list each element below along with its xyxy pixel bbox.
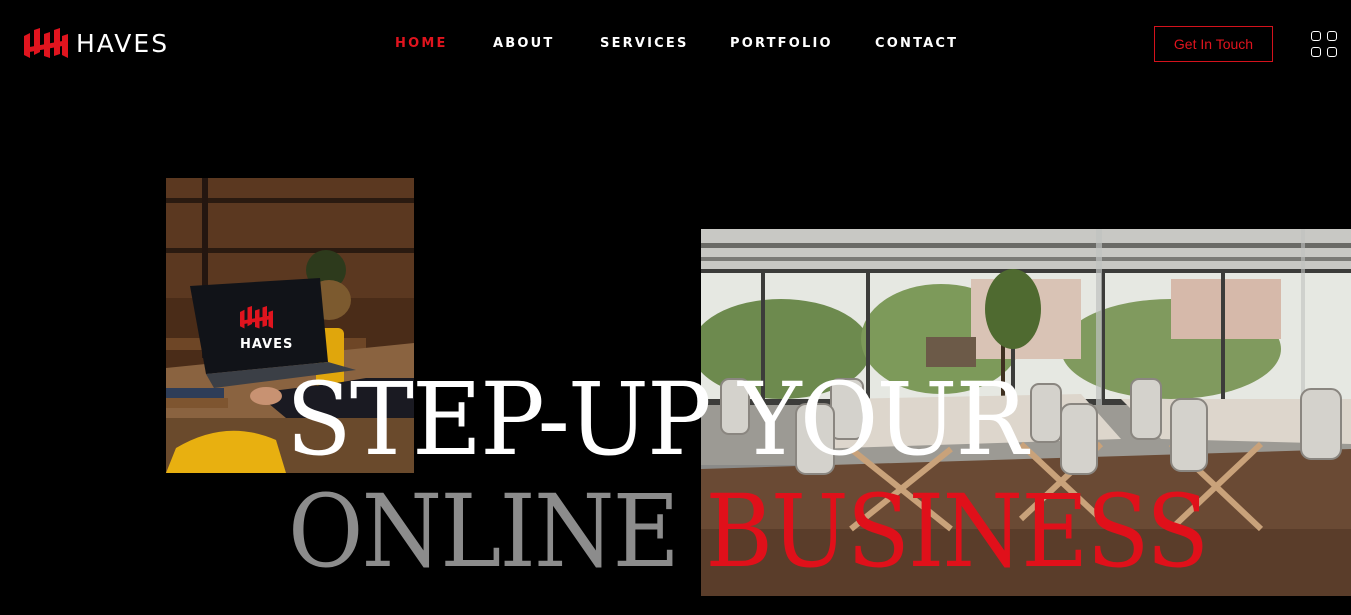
- haves-logo-mark-icon: [24, 28, 68, 58]
- nav-item-services[interactable]: SERVICES: [600, 36, 689, 51]
- nav-item-home[interactable]: HOME: [395, 36, 448, 51]
- hero-headline-online: ONLINE: [288, 473, 680, 590]
- nav-item-portfolio[interactable]: PORTFOLIO: [730, 36, 833, 51]
- grid-menu-icon[interactable]: [1311, 31, 1338, 58]
- get-in-touch-button[interactable]: Get In Touch: [1154, 26, 1273, 62]
- hero-headline-line2: ONLINE BUSINESS: [288, 482, 1209, 582]
- nav-item-contact[interactable]: CONTACT: [875, 36, 958, 51]
- laptop-logo-text: HAVES: [240, 337, 293, 352]
- hero-headline-line1: STEP-UP YOUR: [286, 361, 1028, 478]
- brand-logo[interactable]: HAVES: [24, 28, 169, 60]
- nav-item-about[interactable]: ABOUT: [493, 36, 554, 51]
- site-header: HAVES HOME ABOUT SERVICES PORTFOLIO CONT…: [0, 0, 1351, 90]
- hero-headline-business: BUSINESS: [705, 473, 1209, 590]
- brand-name: HAVES: [76, 29, 170, 58]
